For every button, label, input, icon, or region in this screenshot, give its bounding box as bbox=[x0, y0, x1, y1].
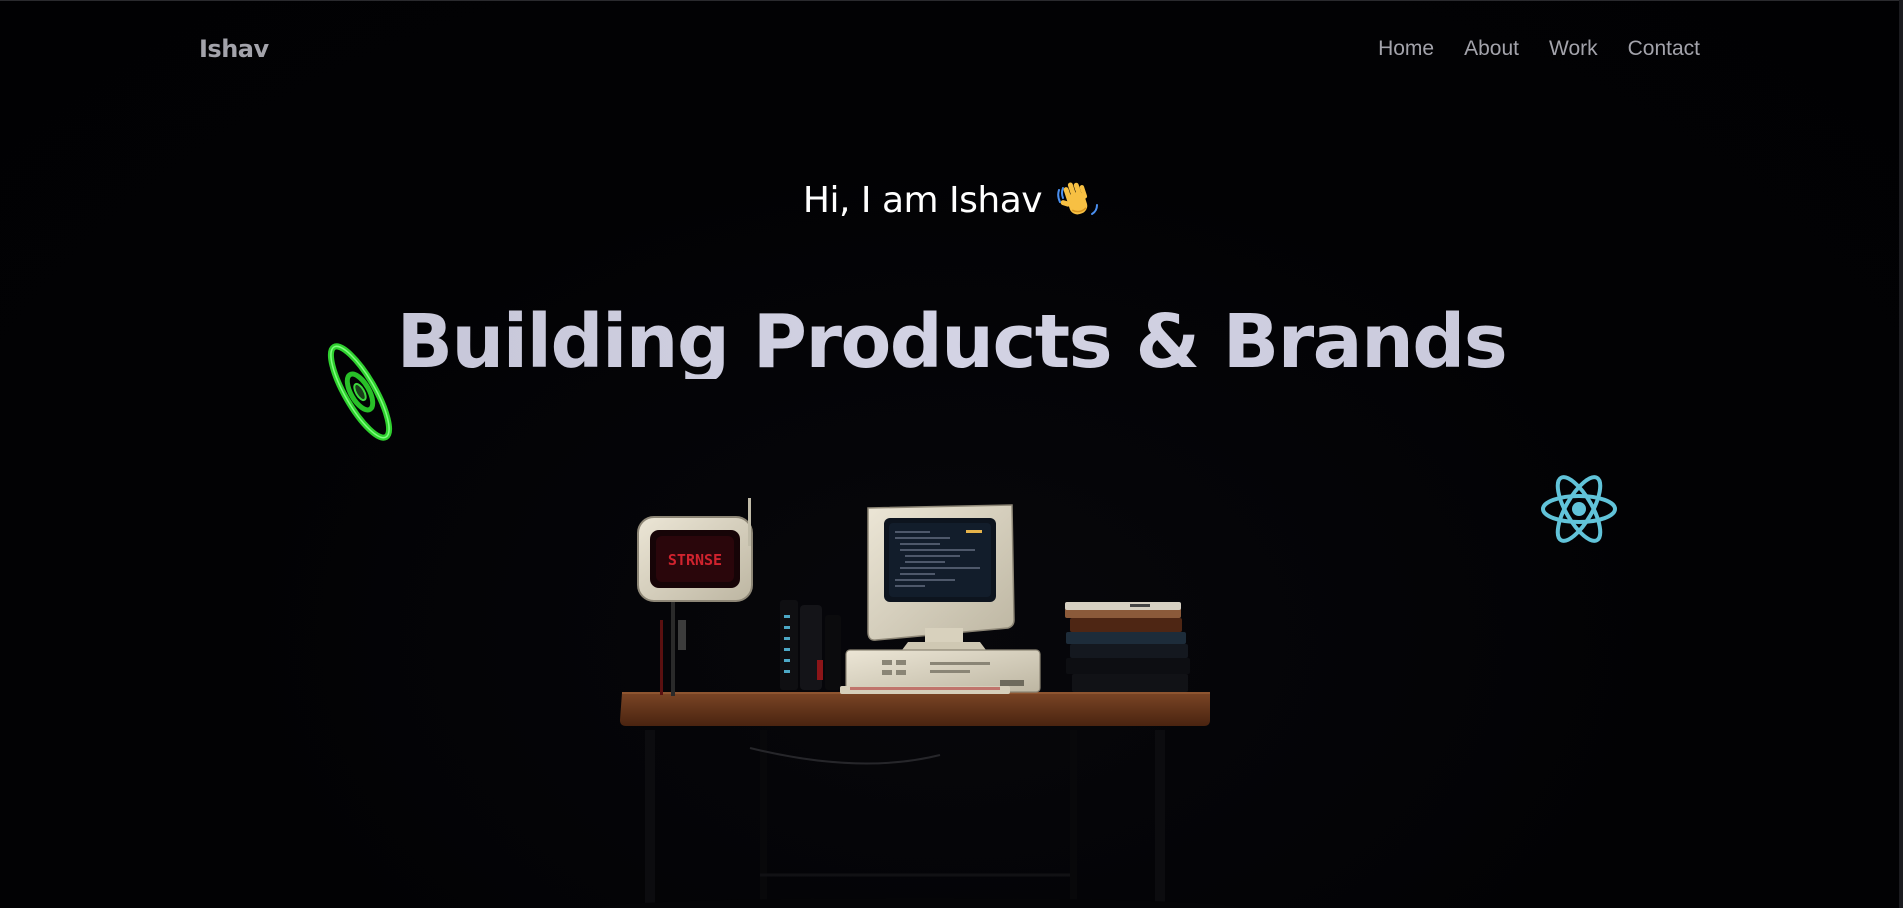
scrollbar-track[interactable] bbox=[1899, 0, 1903, 908]
nav-link-about[interactable]: About bbox=[1464, 37, 1519, 61]
book-stack bbox=[1065, 602, 1190, 692]
router-device bbox=[780, 600, 841, 690]
nav-link-contact[interactable]: Contact bbox=[1628, 37, 1700, 61]
page-viewport: Ishav Home About Work Contact Hi, I am I… bbox=[0, 0, 1903, 908]
nav-links: Home About Work Contact bbox=[1378, 37, 1700, 61]
desk-scene: STRNSE bbox=[600, 480, 1240, 908]
sign-text: STRNSE bbox=[668, 551, 722, 569]
waving-hand-icon bbox=[1056, 178, 1100, 222]
retro-computer bbox=[840, 504, 1041, 694]
hero-greeting: Hi, I am Ishav bbox=[802, 179, 1043, 221]
react-icon bbox=[1539, 473, 1619, 545]
table-legs bbox=[645, 730, 1165, 908]
nav-link-home[interactable]: Home bbox=[1378, 37, 1434, 61]
desk-top bbox=[620, 693, 1210, 726]
brand-logo[interactable]: Ishav bbox=[199, 35, 269, 63]
hero-intro: Hi, I am Ishav bbox=[0, 178, 1903, 222]
strnse-sign: STRNSE bbox=[637, 498, 753, 696]
ring-icon bbox=[320, 335, 400, 450]
hero-title: Building Products & Brands bbox=[0, 305, 1903, 379]
nav-link-work[interactable]: Work bbox=[1549, 37, 1598, 61]
navbar: Ishav Home About Work Contact bbox=[0, 0, 1903, 100]
